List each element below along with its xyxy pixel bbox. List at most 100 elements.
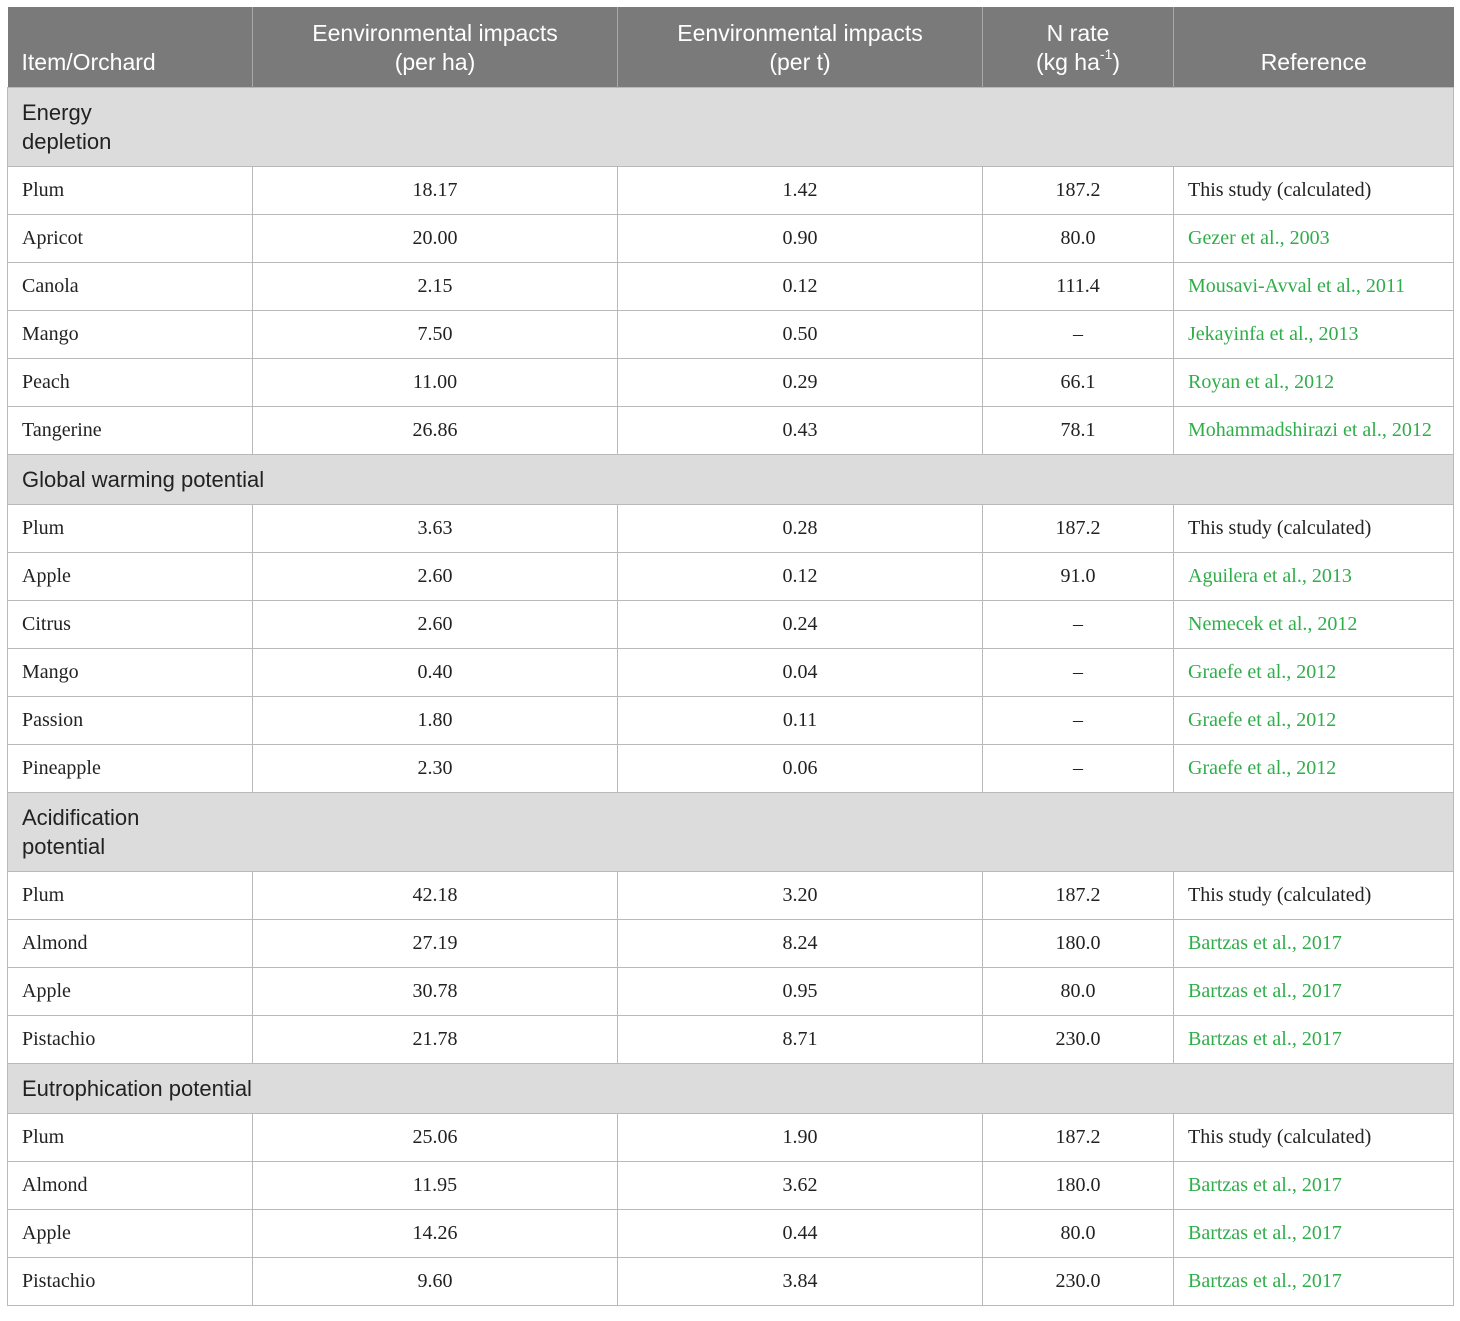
reference-link[interactable]: Aguilera et al., 2013 bbox=[1188, 565, 1352, 587]
cell-reference: Aguilera et al., 2013 bbox=[1173, 551, 1454, 601]
cell-per-ha: 2.60 bbox=[252, 599, 618, 649]
cell-per-t: 0.11 bbox=[617, 695, 983, 745]
cell-reference: Jekayinfa et al., 2013 bbox=[1173, 309, 1454, 359]
reference-link[interactable]: Bartzas et al., 2017 bbox=[1188, 932, 1342, 954]
reference-link[interactable]: Mousavi-Avval et al., 2011 bbox=[1188, 275, 1405, 297]
cell-n-rate: 187.2 bbox=[982, 503, 1174, 553]
cell-item: Mango bbox=[7, 309, 253, 359]
reference-link[interactable]: Gezer et al., 2003 bbox=[1188, 227, 1330, 249]
table-row: Citrus 2.60 0.24– Nemecek et al., 2012 bbox=[7, 599, 1454, 649]
cell-item: Apple bbox=[7, 551, 253, 601]
reference-link[interactable]: Bartzas et al., 2017 bbox=[1188, 1174, 1342, 1196]
cell-n-rate: 66.1 bbox=[982, 357, 1174, 407]
reference-link[interactable]: Graefe et al., 2012 bbox=[1188, 709, 1336, 731]
section-title: Acidification potential bbox=[7, 791, 1454, 872]
table-row: Tangerine 26.86 0.43 78.1 Mohammadshirazi et… bbox=[7, 405, 1454, 455]
cell-item: Pistachio bbox=[7, 1014, 253, 1064]
section-title-line2: depletion bbox=[22, 128, 112, 154]
cell-per-ha: 18.17 bbox=[252, 165, 618, 215]
section-title: Energy depletion bbox=[7, 86, 1454, 167]
cell-reference: Graefe et al., 2012 bbox=[1173, 647, 1454, 697]
cell-per-ha: 21.78 bbox=[252, 1014, 618, 1064]
reference-link[interactable]: Graefe et al., 2012 bbox=[1188, 757, 1336, 779]
reference-link[interactable]: Bartzas et al., 2017 bbox=[1188, 980, 1342, 1002]
cell-n-rate: – bbox=[982, 647, 1174, 697]
cell-per-t: 0.90 bbox=[617, 213, 983, 263]
cell-per-ha: 3.63 bbox=[252, 503, 618, 553]
cell-per-t: 3.84 bbox=[617, 1256, 983, 1306]
cell-per-ha: 0.40 bbox=[252, 647, 618, 697]
cell-reference: Graefe et al., 2012 bbox=[1173, 743, 1454, 793]
reference-link[interactable]: Graefe et al., 2012 bbox=[1188, 661, 1336, 683]
cell-per-t: 0.24 bbox=[617, 599, 983, 649]
table-row: Plum 25.06 1.90 187.2 This study (calculated… bbox=[7, 1112, 1454, 1162]
environmental-impacts-table: Item/Orchard Eenvironmental impacts (per … bbox=[7, 7, 1454, 1306]
cell-reference: This study (calculated) bbox=[1173, 503, 1454, 553]
table-row: Almond 27.19 8.24 180.0 Bartzas et al., 2017 bbox=[7, 918, 1454, 968]
cell-reference: Graefe et al., 2012 bbox=[1173, 695, 1454, 745]
cell-per-t: 0.95 bbox=[617, 966, 983, 1016]
cell-per-ha: 14.26 bbox=[252, 1208, 618, 1258]
cell-per-ha: 1.80 bbox=[252, 695, 618, 745]
cell-item: Apricot bbox=[7, 213, 253, 263]
cell-item: Apple bbox=[7, 966, 253, 1016]
cell-n-rate: 187.2 bbox=[982, 1112, 1174, 1162]
reference-link[interactable]: Bartzas et al., 2017 bbox=[1188, 1028, 1342, 1050]
cell-per-ha: 30.78 bbox=[252, 966, 618, 1016]
cell-per-t: 0.50 bbox=[617, 309, 983, 359]
table-row: Plum 3.63 0.28 187.2 This study (calculated) bbox=[7, 503, 1454, 553]
reference-link[interactable]: Royan et al., 2012 bbox=[1188, 371, 1334, 393]
cell-item: Passion bbox=[7, 695, 253, 745]
cell-per-t: 0.43 bbox=[617, 405, 983, 455]
cell-per-t: 0.29 bbox=[617, 357, 983, 407]
section-title: Eutrophication potential bbox=[7, 1062, 1454, 1114]
reference-link[interactable]: Bartzas et al., 2017 bbox=[1188, 1222, 1342, 1244]
cell-per-t: 3.62 bbox=[617, 1160, 983, 1210]
reference-link[interactable]: Nemecek et al., 2012 bbox=[1188, 613, 1357, 635]
section-title: Global warming potential bbox=[7, 453, 1454, 505]
cell-n-rate: 80.0 bbox=[982, 1208, 1174, 1258]
cell-item: Apple bbox=[7, 1208, 253, 1258]
reference-link[interactable]: Bartzas et al., 2017 bbox=[1188, 1270, 1342, 1292]
section-title-line1: Acidification bbox=[22, 804, 140, 830]
header-item-orchard: Item/Orchard bbox=[7, 7, 253, 87]
cell-per-ha: 42.18 bbox=[252, 870, 618, 920]
cell-per-t: 8.24 bbox=[617, 918, 983, 968]
cell-per-ha: 26.86 bbox=[252, 405, 618, 455]
cell-item: Plum bbox=[7, 870, 253, 920]
cell-n-rate: – bbox=[982, 309, 1174, 359]
cell-reference: This study (calculated) bbox=[1173, 1112, 1454, 1162]
cell-per-t: 0.12 bbox=[617, 551, 983, 601]
table-row: Plum 18.17 1.42 187.2 This study (calculated… bbox=[7, 165, 1454, 215]
cell-reference: Bartzas et al., 2017 bbox=[1173, 1014, 1454, 1064]
table-row: Pineapple 2.30 0.06– Graefe et al., 2012 bbox=[7, 743, 1454, 793]
cell-item: Pineapple bbox=[7, 743, 253, 793]
cell-n-rate: 91.0 bbox=[982, 551, 1174, 601]
reference-link[interactable]: Jekayinfa et al., 2013 bbox=[1188, 323, 1359, 345]
cell-per-t: 3.20 bbox=[617, 870, 983, 920]
cell-reference: Bartzas et al., 2017 bbox=[1173, 966, 1454, 1016]
cell-reference: Bartzas et al., 2017 bbox=[1173, 918, 1454, 968]
cell-item: Almond bbox=[7, 918, 253, 968]
table-row: Pistachio 21.78 8.71 230.0 Bartzas et al., 2… bbox=[7, 1014, 1454, 1064]
cell-reference: This study (calculated) bbox=[1173, 165, 1454, 215]
cell-item: Plum bbox=[7, 1112, 253, 1162]
cell-per-ha: 9.60 bbox=[252, 1256, 618, 1306]
reference-link[interactable]: Mohammadshirazi et al., 2012 bbox=[1188, 419, 1432, 441]
cell-per-ha: 2.60 bbox=[252, 551, 618, 601]
cell-item: Citrus bbox=[7, 599, 253, 649]
cell-per-ha: 7.50 bbox=[252, 309, 618, 359]
table-header: Item/Orchard Eenvironmental impacts (per … bbox=[7, 7, 1454, 87]
cell-reference: Royan et al., 2012 bbox=[1173, 357, 1454, 407]
table-row: Apple 30.78 0.95 80.0 Bartzas et al., 2017 bbox=[7, 966, 1454, 1016]
cell-n-rate: 180.0 bbox=[982, 918, 1174, 968]
cell-n-rate: 80.0 bbox=[982, 213, 1174, 263]
cell-per-ha: 27.19 bbox=[252, 918, 618, 968]
table-row: Canola 2.15 0.12 111.4 Mousavi-Avval et al.,… bbox=[7, 261, 1454, 311]
header-impacts-per-t: Eenvironmental impacts (per t) bbox=[617, 7, 983, 87]
header-n-rate: N rate (kg ha-1) bbox=[982, 7, 1174, 87]
table-row: Mango 0.40 0.04– Graefe et al., 2012 bbox=[7, 647, 1454, 697]
cell-item: Pistachio bbox=[7, 1256, 253, 1306]
table-row: Peach 11.00 0.29 66.1 Royan et al., 2012 bbox=[7, 357, 1454, 407]
cell-per-t: 1.90 bbox=[617, 1112, 983, 1162]
